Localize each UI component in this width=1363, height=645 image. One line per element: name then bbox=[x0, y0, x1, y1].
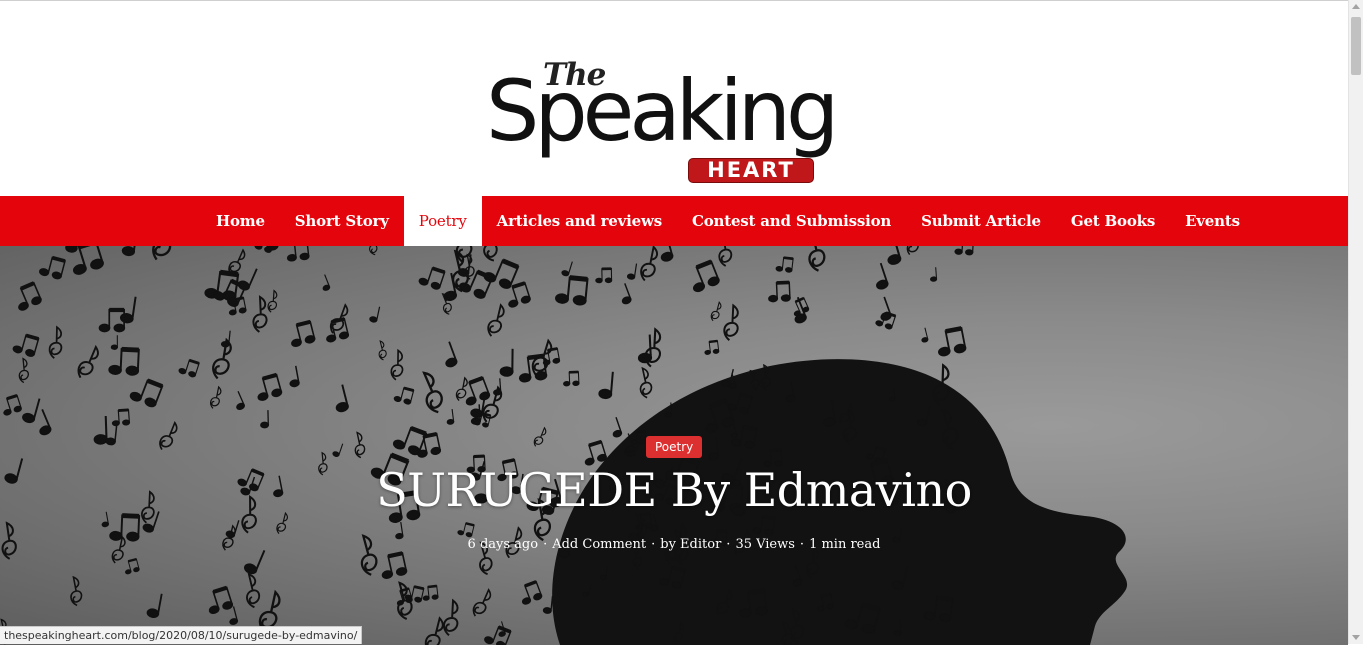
nav-item-short-story[interactable]: Short Story bbox=[280, 196, 404, 246]
meta-separator: · bbox=[726, 537, 730, 552]
post-views: 35 Views bbox=[735, 537, 794, 552]
nav-item-articles-and-reviews[interactable]: Articles and reviews bbox=[482, 196, 677, 246]
post-add-comment-link[interactable]: Add Comment bbox=[552, 537, 646, 552]
featured-post-hero[interactable]: Poetry SURUGEDE By Edmavino 6 days ago · A… bbox=[0, 246, 1348, 645]
logo-heart-badge: HEART bbox=[688, 158, 814, 183]
post-category-badge[interactable]: Poetry bbox=[646, 436, 702, 458]
meta-separator: · bbox=[800, 537, 804, 552]
scrollbar-thumb[interactable] bbox=[1351, 17, 1361, 75]
nav-item-poetry[interactable]: Poetry bbox=[404, 196, 482, 246]
post-date: 6 days ago bbox=[468, 537, 539, 552]
vertical-scrollbar[interactable] bbox=[1348, 0, 1363, 644]
nav-item-contest-and-submission[interactable]: Contest and Submission bbox=[677, 196, 906, 246]
post-meta: 6 days ago · Add Comment · by Editor · 35 View… bbox=[0, 536, 1348, 554]
page: The Speaking HEART Home Short Story Poet… bbox=[0, 0, 1348, 644]
scroll-down-arrow-icon[interactable] bbox=[1352, 635, 1360, 640]
post-title[interactable]: SURUGEDE By Edmavino bbox=[0, 460, 1348, 520]
post-author[interactable]: by Editor bbox=[660, 537, 721, 552]
link-status-bar: thespeakingheart.com/blog/2020/08/10/sur… bbox=[0, 626, 362, 644]
nav-item-home[interactable]: Home bbox=[201, 196, 280, 246]
logo-speaking-text: Speaking bbox=[486, 69, 834, 153]
meta-separator: · bbox=[651, 537, 655, 552]
nav-item-events[interactable]: Events bbox=[1170, 196, 1255, 246]
site-logo[interactable]: The Speaking HEART bbox=[486, 57, 870, 185]
main-nav: Home Short Story Poetry Articles and rev… bbox=[0, 196, 1348, 246]
post-read-time: 1 min read bbox=[809, 537, 880, 552]
scroll-up-arrow-icon[interactable] bbox=[1352, 4, 1360, 9]
site-header: The Speaking HEART bbox=[0, 1, 1348, 196]
nav-item-submit-article[interactable]: Submit Article bbox=[906, 196, 1056, 246]
nav-item-get-books[interactable]: Get Books bbox=[1056, 196, 1170, 246]
meta-separator: · bbox=[543, 537, 547, 552]
